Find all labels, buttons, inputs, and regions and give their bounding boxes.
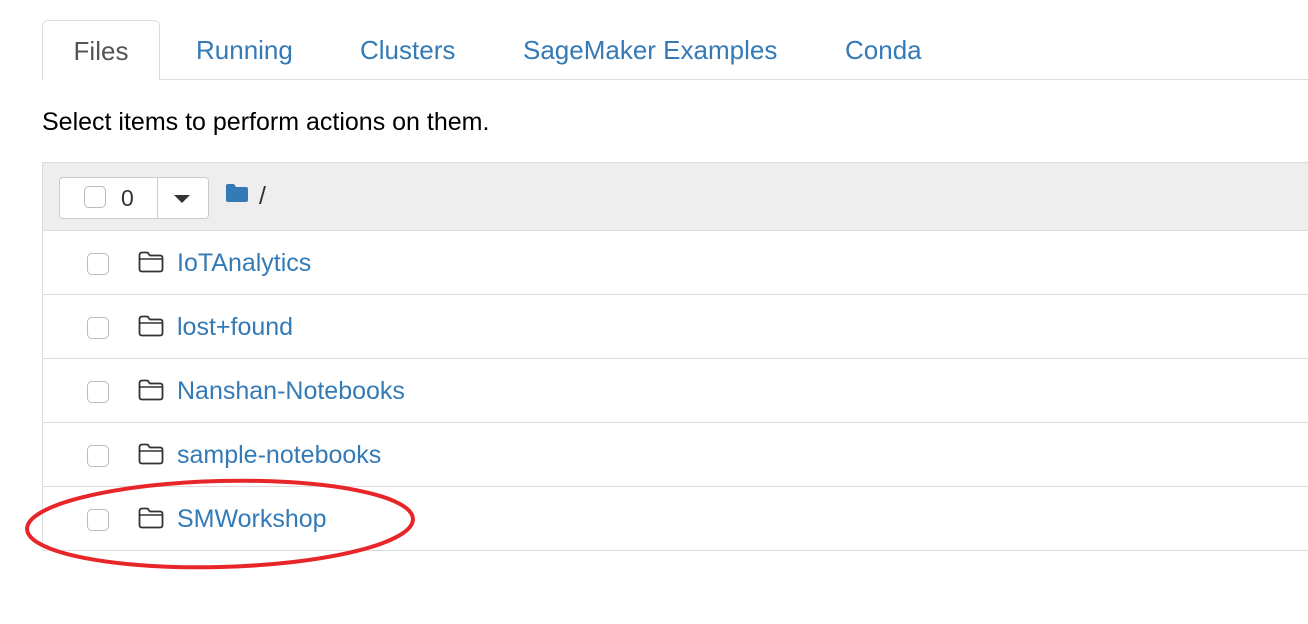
folder-icon — [138, 443, 164, 470]
selected-count: 0 — [121, 185, 134, 211]
tab-sagemaker-examples[interactable]: SageMaker Examples — [523, 20, 777, 80]
item-checkbox[interactable] — [87, 381, 109, 403]
tab-conda[interactable]: Conda — [845, 20, 922, 80]
item-checkbox[interactable] — [87, 509, 109, 531]
jupyter-file-browser: Files Running Clusters SageMaker Example… — [0, 0, 1308, 624]
folder-icon — [138, 251, 164, 278]
instructions-text: Select items to perform actions on them. — [42, 108, 490, 136]
folder-link[interactable]: sample-notebooks — [177, 423, 381, 487]
select-dropdown-button[interactable] — [158, 178, 209, 218]
list-item: Nanshan-Notebooks — [43, 359, 1308, 423]
select-all-checkbox[interactable] — [84, 186, 106, 208]
folder-link[interactable]: SMWorkshop — [177, 487, 327, 551]
list-item: lost+found — [43, 295, 1308, 359]
folder-icon — [138, 379, 164, 406]
item-checkbox[interactable] — [87, 317, 109, 339]
file-list: 0 / IoTAnalytics lost+found Nanshan-Note… — [42, 162, 1308, 551]
folder-icon — [138, 507, 164, 534]
folder-link[interactable]: lost+found — [177, 295, 293, 359]
chevron-down-icon — [174, 195, 190, 203]
tab-bar: Files Running Clusters SageMaker Example… — [42, 20, 1308, 81]
item-checkbox[interactable] — [87, 253, 109, 275]
item-checkbox[interactable] — [87, 445, 109, 467]
file-list-header: 0 / — [43, 163, 1308, 231]
folder-filled-icon[interactable] — [225, 183, 249, 208]
folder-link[interactable]: IoTAnalytics — [177, 231, 311, 295]
list-item: IoTAnalytics — [43, 231, 1308, 295]
list-item: SMWorkshop — [43, 487, 1308, 551]
tab-running[interactable]: Running — [196, 20, 293, 80]
tab-clusters[interactable]: Clusters — [360, 20, 455, 80]
tab-files[interactable]: Files — [42, 20, 160, 81]
select-all-group: 0 — [59, 177, 209, 219]
folder-link[interactable]: Nanshan-Notebooks — [177, 359, 405, 423]
breadcrumb-root[interactable]: / — [259, 179, 266, 213]
folder-icon — [138, 315, 164, 342]
list-item: sample-notebooks — [43, 423, 1308, 487]
